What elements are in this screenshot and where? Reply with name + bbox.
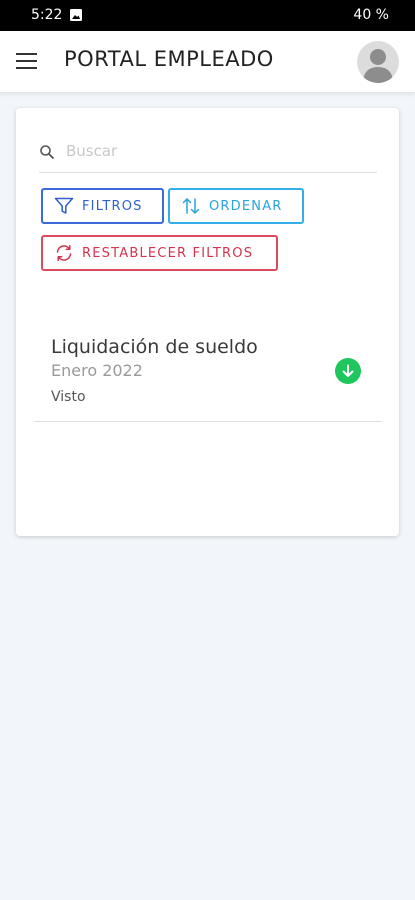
image-notification-icon bbox=[70, 9, 82, 21]
list-item[interactable]: Liquidación de sueldo Enero 2022 Visto bbox=[34, 321, 382, 422]
search-icon bbox=[40, 145, 54, 159]
document-title: Liquidación de sueldo bbox=[51, 336, 258, 358]
filter-icon bbox=[54, 197, 74, 214]
sort-label: ORDENAR bbox=[209, 199, 283, 214]
status-time: 5:22 bbox=[31, 7, 63, 23]
search-input[interactable] bbox=[66, 139, 366, 163]
search-bar bbox=[39, 138, 377, 173]
status-bar: 5:22 40 % bbox=[0, 0, 415, 31]
sort-button[interactable]: ORDENAR bbox=[168, 188, 304, 224]
refresh-icon bbox=[56, 245, 72, 261]
user-icon bbox=[363, 49, 393, 83]
document-status: Visto bbox=[51, 389, 86, 405]
documents-card: FILTROS ORDENAR RESTABLECER FILTROS Liqu… bbox=[16, 108, 399, 536]
document-period: Enero 2022 bbox=[51, 361, 143, 380]
battery-level: 40 % bbox=[353, 7, 389, 23]
reset-filters-label: RESTABLECER FILTROS bbox=[82, 246, 254, 261]
download-button[interactable] bbox=[335, 358, 361, 384]
app-title: PORTAL EMPLEADO bbox=[64, 47, 274, 71]
download-arrow-icon bbox=[342, 364, 354, 377]
filters-label: FILTROS bbox=[82, 199, 143, 214]
reset-filters-button[interactable]: RESTABLECER FILTROS bbox=[41, 235, 278, 271]
menu-icon[interactable] bbox=[16, 53, 37, 69]
sort-arrows-icon bbox=[182, 198, 200, 214]
app-bar: PORTAL EMPLEADO bbox=[0, 31, 415, 93]
avatar[interactable] bbox=[357, 41, 399, 83]
filters-button[interactable]: FILTROS bbox=[41, 188, 164, 224]
